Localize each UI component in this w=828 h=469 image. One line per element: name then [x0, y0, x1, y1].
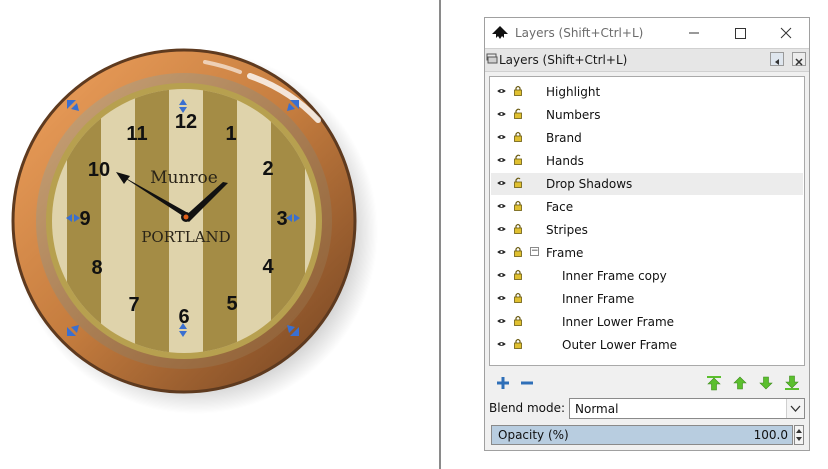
- layers-window: Layers (Shift+Ctrl+L) Layers (Shift+Ctrl…: [484, 17, 810, 451]
- numeral-11: 11: [126, 123, 147, 145]
- opacity-slider[interactable]: Opacity (%) 100.0: [491, 425, 793, 445]
- layer-row[interactable]: Drop Shadows: [491, 173, 803, 195]
- brand-top: Munroe: [150, 168, 218, 188]
- titlebar[interactable]: Layers (Shift+Ctrl+L): [485, 18, 809, 48]
- layer-name: Highlight: [546, 85, 601, 99]
- minimize-icon: [689, 32, 699, 34]
- inkscape-icon: [492, 26, 508, 39]
- brand-bottom: PORTLAND: [141, 228, 230, 246]
- visibility-eye-icon[interactable]: [497, 226, 506, 232]
- lock-open-icon[interactable]: [514, 177, 522, 188]
- visibility-eye-icon[interactable]: [497, 180, 506, 186]
- layer-row[interactable]: Face: [491, 196, 803, 218]
- minimize-button[interactable]: [675, 18, 713, 48]
- layer-name: Numbers: [546, 108, 601, 122]
- visibility-eye-icon[interactable]: [497, 295, 506, 301]
- canvas-area[interactable]: 12 1 2 3 4 5 6 7 8 9 10 11 Munroe PORTLA…: [0, 0, 439, 469]
- numeral-9: 9: [79, 208, 90, 230]
- layer-row[interactable]: Hands: [491, 150, 803, 172]
- layer-row[interactable]: Highlight: [491, 81, 803, 103]
- blend-mode-value: Normal: [575, 402, 619, 416]
- close-icon: [795, 58, 803, 66]
- lock-closed-icon[interactable]: [514, 246, 522, 257]
- layer-row[interactable]: Outer Lower Frame: [491, 334, 803, 356]
- numeral-10: 10: [88, 159, 110, 181]
- remove-layer-button[interactable]: [519, 375, 535, 391]
- opacity-spinner[interactable]: [794, 425, 804, 445]
- lock-closed-icon[interactable]: [514, 200, 522, 211]
- numeral-7: 7: [128, 294, 139, 316]
- layer-name: Hands: [546, 154, 584, 168]
- raise-button[interactable]: [731, 375, 749, 391]
- visibility-eye-icon[interactable]: [497, 157, 506, 163]
- numeral-12: 12: [175, 111, 197, 133]
- layer-name: Outer Lower Frame: [562, 338, 678, 352]
- layer-name: Inner Lower Frame: [562, 315, 675, 329]
- collapse-left-icon: [775, 59, 779, 65]
- layer-row[interactable]: Inner Lower Frame: [491, 311, 803, 333]
- layer-row[interactable]: − Frame: [491, 242, 803, 264]
- layer-name: Stripes: [546, 223, 588, 237]
- layer-row[interactable]: Brand: [491, 127, 803, 149]
- opacity-value: 100.0: [753, 428, 788, 442]
- layer-list[interactable]: Highlight Numbers Brand Hands Drop Shadows Fa…: [489, 76, 805, 366]
- numeral-1: 1: [225, 123, 236, 145]
- close-button[interactable]: [767, 18, 805, 48]
- maximize-icon: [735, 28, 746, 39]
- layer-row[interactable]: Inner Frame: [491, 288, 803, 310]
- dropdown-arrow[interactable]: [786, 399, 804, 418]
- numeral-5: 5: [226, 293, 237, 315]
- pane-divider[interactable]: [439, 0, 441, 469]
- collapse-toggle[interactable]: −: [530, 247, 539, 256]
- dock-title: Layers (Shift+Ctrl+L): [499, 53, 628, 67]
- lock-closed-icon[interactable]: [514, 85, 522, 96]
- visibility-eye-icon[interactable]: [497, 203, 506, 209]
- layer-row[interactable]: Stripes: [491, 219, 803, 241]
- layer-name: Drop Shadows: [546, 177, 633, 191]
- numeral-3: 3: [276, 208, 287, 230]
- lock-open-icon[interactable]: [514, 154, 522, 165]
- lock-open-icon[interactable]: [514, 108, 522, 119]
- lock-closed-icon[interactable]: [514, 315, 522, 326]
- layer-name: Inner Frame: [562, 292, 635, 306]
- layers-icon: [486, 53, 498, 64]
- maximize-button[interactable]: [721, 18, 759, 48]
- lock-closed-icon[interactable]: [514, 338, 522, 349]
- visibility-eye-icon[interactable]: [497, 272, 506, 278]
- close-icon: [780, 27, 792, 39]
- layer-name: Brand: [546, 131, 582, 145]
- dock-close-button[interactable]: [792, 52, 806, 66]
- blend-mode-select[interactable]: Normal: [569, 398, 805, 419]
- dock-collapse-button[interactable]: [770, 52, 784, 66]
- visibility-eye-icon[interactable]: [497, 134, 506, 140]
- numeral-4: 4: [262, 256, 274, 278]
- layer-name: Face: [546, 200, 574, 214]
- numeral-8: 8: [91, 257, 102, 279]
- visibility-eye-icon[interactable]: [497, 249, 506, 255]
- lock-closed-icon[interactable]: [514, 269, 522, 280]
- lock-closed-icon[interactable]: [514, 292, 522, 303]
- blend-mode-label: Blend mode:: [489, 401, 566, 415]
- numeral-2: 2: [262, 158, 273, 180]
- lower-to-bottom-button[interactable]: [783, 375, 801, 391]
- lower-button[interactable]: [757, 375, 775, 391]
- layer-row[interactable]: Numbers: [491, 104, 803, 126]
- spin-arrows-icon: [796, 429, 802, 441]
- visibility-eye-icon[interactable]: [497, 88, 506, 94]
- opacity-label: Opacity (%): [498, 428, 569, 442]
- visibility-eye-icon[interactable]: [497, 318, 506, 324]
- chevron-down-icon: [790, 405, 801, 412]
- layer-name: Inner Frame copy: [562, 269, 667, 283]
- lock-closed-icon[interactable]: [514, 131, 522, 142]
- dock-header: Layers (Shift+Ctrl+L): [485, 48, 809, 72]
- add-layer-button[interactable]: [495, 375, 511, 391]
- visibility-eye-icon[interactable]: [497, 341, 506, 347]
- layer-row[interactable]: Inner Frame copy: [491, 265, 803, 287]
- window-title: Layers (Shift+Ctrl+L): [515, 26, 644, 40]
- layer-name: Frame: [546, 246, 584, 260]
- lock-closed-icon[interactable]: [514, 223, 522, 234]
- visibility-eye-icon[interactable]: [497, 111, 506, 117]
- raise-to-top-button[interactable]: [705, 375, 723, 391]
- clock-drawing[interactable]: 12 1 2 3 4 5 6 7 8 9 10 11 Munroe PORTLA…: [0, 0, 439, 469]
